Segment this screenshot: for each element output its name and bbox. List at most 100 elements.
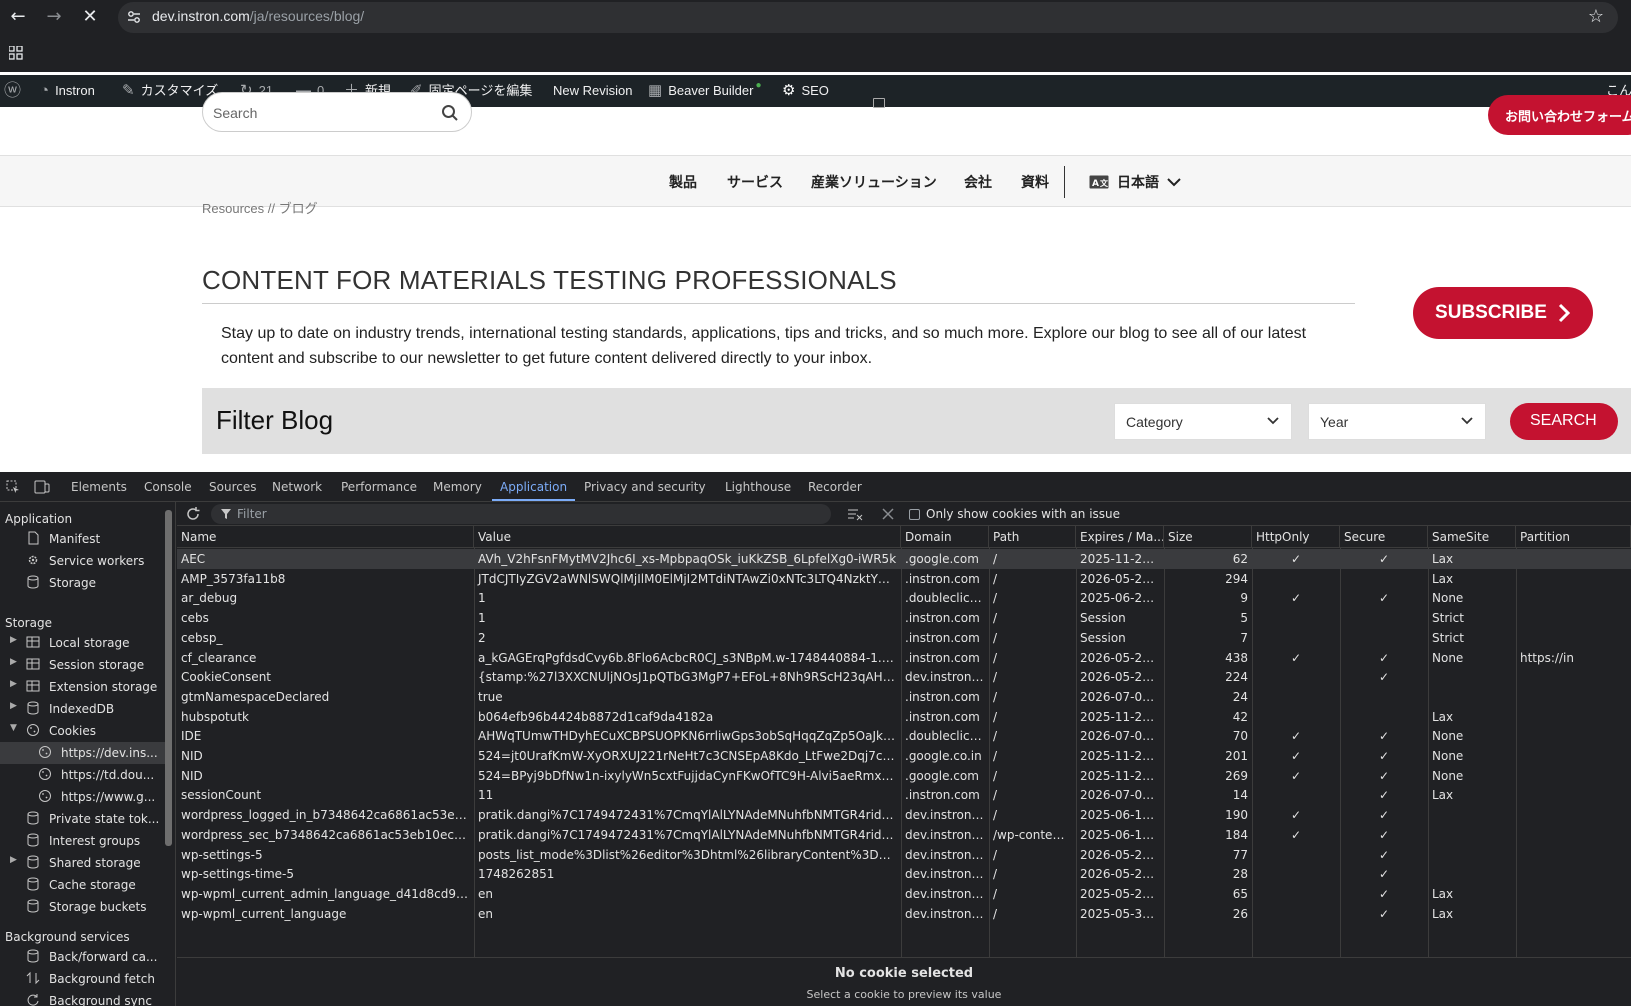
table-row[interactable]: wp-wpml_current_admin_language_d41d8cd98…	[177, 884, 1631, 904]
sidebar-item-session-storage[interactable]: ▶ Session storage	[0, 654, 165, 676]
stop-icon[interactable]: ✕	[77, 4, 103, 30]
search-icon[interactable]	[441, 104, 459, 122]
column-header-size[interactable]: Size	[1164, 526, 1252, 548]
admin-seo-link[interactable]: ⚙ SEO	[782, 75, 829, 107]
wordpress-logo-icon[interactable]: ⓦ	[4, 75, 21, 107]
sidebar-item-storage-buckets[interactable]: Storage buckets	[0, 896, 165, 918]
nav-item-industry-solutions[interactable]: 産業ソリューション	[811, 172, 937, 192]
apps-grid-icon[interactable]	[9, 46, 23, 60]
column-header-secure[interactable]: Secure	[1340, 526, 1428, 548]
table-row[interactable]: NID 524=BPyj9bDfNw1n-ixylyWn5cxtFujjdaCyn…	[177, 766, 1631, 786]
year-select[interactable]: Year	[1308, 403, 1486, 440]
table-row[interactable]: wp-settings-5 posts_list_mode%3Dlist%26ed…	[177, 845, 1631, 865]
column-header-expires[interactable]: Expires / Ma...	[1076, 526, 1164, 548]
sidebar-item-extension-storage[interactable]: ▶ Extension storage	[0, 676, 165, 698]
bookmark-star-icon[interactable]: ☆	[1588, 6, 1604, 27]
table-row[interactable]: sessionCount 11 .instron.com / 2026-07-02T..…	[177, 785, 1631, 805]
cell-name: NID	[181, 768, 203, 783]
cookie-filter-input[interactable]: Filter	[211, 504, 831, 524]
table-row[interactable]: wordpress_logged_in_b7348642ca6861ac53eb…	[177, 805, 1631, 825]
column-header-partition[interactable]: Partition	[1516, 526, 1631, 548]
collapse-arrow-icon[interactable]: ▼	[10, 723, 17, 733]
table-row[interactable]: IDE AHWqTUmwTHDyhECuXCBPSUOPKN6rrliwGps3o…	[177, 726, 1631, 746]
back-icon[interactable]: ←	[5, 4, 31, 30]
subscribe-button[interactable]: SUBSCRIBE	[1413, 287, 1593, 339]
column-header-value[interactable]: Value	[474, 526, 901, 548]
sidebar-item-interest-groups[interactable]: Interest groups	[0, 830, 165, 852]
table-row[interactable]: cebsp_ 2 .instron.com / Session 7 Strict	[177, 628, 1631, 648]
table-row[interactable]: wp-settings-time-5 1748262851 dev.instron.…	[177, 864, 1631, 884]
sidebar-item-service-workers[interactable]: Service workers	[0, 550, 165, 572]
expand-arrow-icon[interactable]: ▶	[10, 657, 17, 667]
sidebar-item-cookie-origin-td-doubleclick[interactable]: https://td.dou...	[0, 764, 165, 786]
column-header-path[interactable]: Path	[989, 526, 1076, 548]
contact-form-button[interactable]: お問い合わせフォーム	[1488, 95, 1631, 135]
only-issue-checkbox[interactable]	[909, 509, 920, 520]
tab-memory[interactable]: Memory	[433, 480, 482, 494]
column-header-domain[interactable]: Domain	[901, 526, 989, 548]
tab-network[interactable]: Network	[272, 480, 322, 494]
cell-expires: 2026-05-26T...	[1080, 847, 1164, 862]
tab-lighthouse[interactable]: Lighthouse	[725, 480, 791, 494]
sidebar-item-manifest[interactable]: Manifest	[0, 528, 165, 550]
address-bar[interactable]: dev.instron.com/ja/resources/blog/ ☆	[118, 2, 1618, 33]
column-header-samesite[interactable]: SameSite	[1428, 526, 1516, 548]
admin-new-revision-link[interactable]: New Revision	[553, 75, 632, 107]
sidebar-scrollbar[interactable]	[165, 510, 172, 846]
nav-item-resources[interactable]: 資料	[1021, 172, 1049, 192]
table-row[interactable]: NID 524=jt0UrafKmW-XyORXUJ221rNeHt7c3CNSE…	[177, 746, 1631, 766]
delete-selected-icon[interactable]	[882, 508, 894, 520]
filter-search-button[interactable]: SEARCH	[1510, 403, 1618, 440]
tab-console[interactable]: Console	[144, 480, 192, 494]
forward-icon[interactable]: →	[41, 4, 67, 30]
sidebar-item-cookie-origin-dev-instron[interactable]: https://dev.ins...	[0, 742, 165, 764]
expand-arrow-icon[interactable]: ▶	[10, 855, 17, 865]
site-search-input[interactable]: Search	[202, 92, 472, 132]
table-row[interactable]: ar_debug 1 .doubleclick.... / 2025-06-26T...…	[177, 588, 1631, 608]
tab-application[interactable]: Application	[500, 480, 567, 494]
tab-performance[interactable]: Performance	[341, 480, 417, 494]
table-row[interactable]: AEC AVh_V2hFsnFMytMV2Jhc6I_xs-MpbpaqOSk_i…	[177, 549, 1631, 569]
language-selector[interactable]: A文 日本語	[1089, 172, 1181, 192]
tab-elements[interactable]: Elements	[71, 480, 127, 494]
sidebar-item-cache-storage[interactable]: Cache storage	[0, 874, 165, 896]
sidebar-item-shared-storage[interactable]: ▶ Shared storage	[0, 852, 165, 874]
sidebar-item-background-sync[interactable]: Background sync	[0, 990, 165, 1006]
sidebar-item-storage[interactable]: Storage	[0, 572, 165, 594]
tab-recorder[interactable]: Recorder	[808, 480, 862, 494]
table-row[interactable]: gtmNamespaceDeclared true .instron.com / 202…	[177, 687, 1631, 707]
table-row[interactable]: cebs 1 .instron.com / Session 5 Strict	[177, 608, 1631, 628]
expand-arrow-icon[interactable]: ▶	[10, 701, 17, 711]
tab-sources[interactable]: Sources	[209, 480, 256, 494]
sidebar-item-indexeddb[interactable]: ▶ IndexedDB	[0, 698, 165, 720]
sidebar-item-back-forward-cache[interactable]: Back/forward ca...	[0, 946, 165, 968]
sidebar-item-cookie-origin-www-google[interactable]: https://www.g...	[0, 786, 165, 808]
refresh-icon[interactable]	[185, 506, 201, 522]
category-select[interactable]: Category	[1114, 403, 1292, 440]
sidebar-item-cookies[interactable]: ▼ Cookies	[0, 720, 165, 742]
clear-all-icon[interactable]	[847, 507, 863, 521]
table-row[interactable]: hubspotutk b064efb96b4424b8872d1caf9da418…	[177, 707, 1631, 727]
site-info-icon[interactable]	[126, 9, 142, 25]
expand-arrow-icon[interactable]: ▶	[10, 635, 17, 645]
column-header-name[interactable]: Name	[177, 526, 474, 548]
admin-beaver-builder-link[interactable]: ▦ Beaver Builder ●	[648, 75, 762, 107]
nav-item-company[interactable]: 会社	[964, 172, 992, 192]
admin-site-link[interactable]: ◔ Instron	[40, 75, 95, 107]
table-row[interactable]: AMP_3573fa11b8 JTdCJTIyZGV2aWNlSWQlMjIlM0…	[177, 569, 1631, 589]
nav-item-products[interactable]: 製品	[669, 172, 697, 192]
tab-privacy-security[interactable]: Privacy and security	[584, 480, 706, 494]
table-row[interactable]: wp-wpml_current_language en dev.instron.c.…	[177, 904, 1631, 924]
nav-item-services[interactable]: サービス	[727, 172, 783, 192]
table-row[interactable]: CookieConsent {stamp:%27l3XXCNUljNOsJ1pQT…	[177, 667, 1631, 687]
cell-expires: Session	[1080, 611, 1126, 626]
column-header-httponly[interactable]: HttpOnly	[1252, 526, 1340, 548]
sidebar-item-local-storage[interactable]: ▶ Local storage	[0, 632, 165, 654]
expand-arrow-icon[interactable]: ▶	[10, 679, 17, 689]
sidebar-item-private-state-tokens[interactable]: Private state tok...	[0, 808, 165, 830]
device-toolbar-icon[interactable]	[34, 480, 50, 494]
sidebar-item-background-fetch[interactable]: Background fetch	[0, 968, 165, 990]
table-row[interactable]: cf_clearance a_kGAGErqPgfdsdCvy6b.8Flo6Ac…	[177, 648, 1631, 668]
table-row[interactable]: wordpress_sec_b7348642ca6861ac53eb10ec38…	[177, 825, 1631, 845]
inspect-element-icon[interactable]	[6, 480, 20, 494]
